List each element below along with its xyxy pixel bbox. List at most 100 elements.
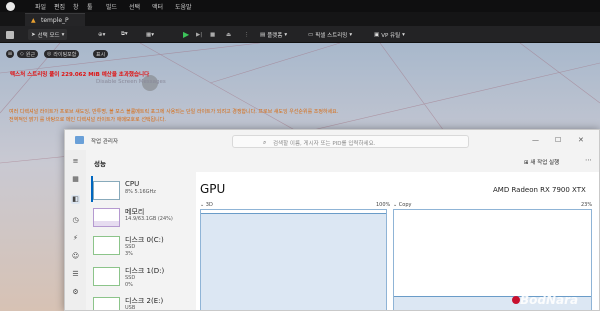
graph-3d-max: 100% [376,202,391,208]
vp-utilities-button[interactable]: ▣ VP 유틸 ▾ [374,29,405,40]
platforms-label: 플랫폼 [267,32,283,39]
startup-apps-icon[interactable]: ⚡ [71,234,80,243]
lit-icon: ◎ [47,51,52,57]
memory-mini-graph [93,208,120,227]
menu-edit[interactable]: 편집 [54,2,65,11]
level-tab[interactable]: ▲ temple_P [25,13,85,26]
search-input[interactable]: ⌕ 검색할 이름, 게시자 또는 PID를 입력하세요. [232,135,469,148]
performance-icon[interactable]: ◧ [71,195,80,204]
cursor-icon: ➤ [31,31,36,38]
gpu-detail-panel: GPU AMD Radeon RX 7900 XTX ⌄ 3D 100% ⌄ C… [196,172,599,310]
resource-usage: 3% [125,251,133,257]
vp-icon: ▣ [374,31,380,38]
cinematics-button[interactable]: ▦▾ [146,29,154,40]
resource-disk-2[interactable]: 디스크 2(E:) USB [93,296,191,311]
resource-name: CPU [125,180,140,188]
run-new-task-button[interactable]: ⊞ 새 작업 실행 [524,158,559,166]
unreal-logo-icon[interactable] [6,2,15,11]
eject-icon: ⏏ [226,31,232,38]
stop-button[interactable]: ■ [210,29,215,40]
users-icon[interactable]: ☺ [71,252,80,261]
resource-detail: SSD [125,244,136,250]
watermark-badge-icon [512,296,520,304]
mode-label: 선택 모드 [37,32,60,39]
task-manager-window[interactable]: 작업 관리자 ⌕ 검색할 이름, 게시자 또는 PID를 입력하세요. — ☐ … [64,129,600,311]
more-vert-icon: ⋮ [244,31,250,38]
add-actor-button[interactable]: ⊕▾ [98,29,105,40]
gpu-model: AMD Radeon RX 7900 XTX [493,186,586,194]
processes-icon[interactable]: ▦ [71,175,80,184]
lit-button[interactable]: ◎ 라이팅포함 [44,50,80,58]
minimize-button[interactable]: — [532,136,539,144]
disk1-mini-graph [93,267,120,286]
perspective-button[interactable]: ◇ 원근 [17,50,39,58]
chevron-down-icon: ▾ [284,31,288,38]
blueprint-icon: ⧉▾ [121,31,128,37]
graph-copy-title: Copy [398,202,412,208]
menu-window[interactable]: 창 [73,2,79,11]
chevron-down-icon: ⌄ [393,202,398,208]
resource-detail: 8% 5.16GHz [125,189,156,195]
disk2-mini-graph [93,297,120,310]
stop-icon: ■ [210,31,216,38]
step-button[interactable]: ▶| [196,29,202,40]
close-button[interactable]: ✕ [578,136,584,144]
monitor-icon: ▭ [308,31,314,38]
menu-build[interactable]: 빌드 [106,2,117,11]
viewport-menu-button[interactable]: ≡ [6,50,14,58]
resource-cpu[interactable]: CPU 8% 5.16GHz [93,180,191,204]
disk0-mini-graph [93,236,120,255]
level-icon: ▲ [31,17,36,24]
chevron-down-icon: ▾ [402,31,405,38]
eject-button[interactable]: ⏏ [226,29,231,40]
new-task-label: 새 작업 실행 [530,160,560,166]
save-icon[interactable] [6,29,14,40]
app-history-icon[interactable]: ◷ [71,216,80,225]
pixel-streaming-button[interactable]: ▭ 픽셀 스트리밍 ▾ [308,29,352,40]
chevron-down-icon: ⌄ [200,202,205,208]
cpu-mini-graph [93,181,120,200]
services-icon[interactable]: ⚙ [71,288,80,297]
vp-label: VP 유틸 [381,32,401,39]
platforms-button[interactable]: ▤ 플랫폼 ▾ [260,29,287,40]
main-toolbar [0,26,600,43]
play-button[interactable]: ▶ [183,29,189,40]
chevron-down-icon: ▾ [349,31,353,38]
resource-detail: SSD [125,275,136,281]
maximize-button[interactable]: ☐ [555,136,561,144]
task-manager-icon [75,136,84,144]
graph-3d-fill [201,213,386,310]
texture-streaming-warning: 텍스처 스트리밍 풀이 229.062 MiB 예산을 초과했습니다 Disab… [10,70,166,85]
disable-screen-messages-hint: Disable Screen Messages [96,79,166,85]
tab-bar [0,12,600,26]
play-icon: ▶ [183,30,190,39]
mode-select-button[interactable]: ➤ 선택 모드 ▾ [28,29,68,40]
more-options-icon[interactable]: ⋯ [585,156,592,164]
lit-label: 라이팅포함 [53,51,77,58]
menu-select[interactable]: 선택 [129,2,140,11]
resource-disk-1[interactable]: 디스크 1(D:) SSD 0% [93,266,191,294]
menu-actor[interactable]: 액터 [152,2,163,11]
watermark: BodNara [520,293,579,307]
performance-title: 성능 [94,160,106,168]
resource-disk-0[interactable]: 디스크 0(C:) SSD 3% [93,235,191,263]
chevron-down-icon: ▾ [61,31,65,38]
main-light-warning: 전역적인 밝기 를 바탕으로 메인 디렉셔널 라이트가 애매모호로 선택됩니다. [9,117,166,123]
hamburger-icon[interactable]: ≡ [71,157,80,166]
show-label: 표시 [96,51,106,58]
perspective-label: 원근 [25,51,36,58]
resource-detail: 14.9/63.1GB (24%) [125,216,173,222]
resource-memory[interactable]: 메모리 14.9/63.1GB (24%) [93,207,191,231]
step-icon: ▶| [196,31,203,38]
blueprint-button[interactable]: ⧉▾ [121,29,128,40]
resource-detail: USB [125,305,136,311]
resource-usage: 0% [125,282,133,288]
play-options-button[interactable]: ⋮ [244,29,250,40]
show-button[interactable]: 표시 [93,50,109,58]
details-icon[interactable]: ☰ [71,270,80,279]
level-tab-label: temple_P [41,17,69,24]
menu-help[interactable]: 도움말 [175,2,192,11]
menu-tools[interactable]: 툴 [87,2,93,11]
menu-file[interactable]: 파일 [35,2,46,11]
texture-warning-text: 텍스처 스트리밍 풀이 229.062 MiB 예산을 초과했습니다 [10,72,150,78]
